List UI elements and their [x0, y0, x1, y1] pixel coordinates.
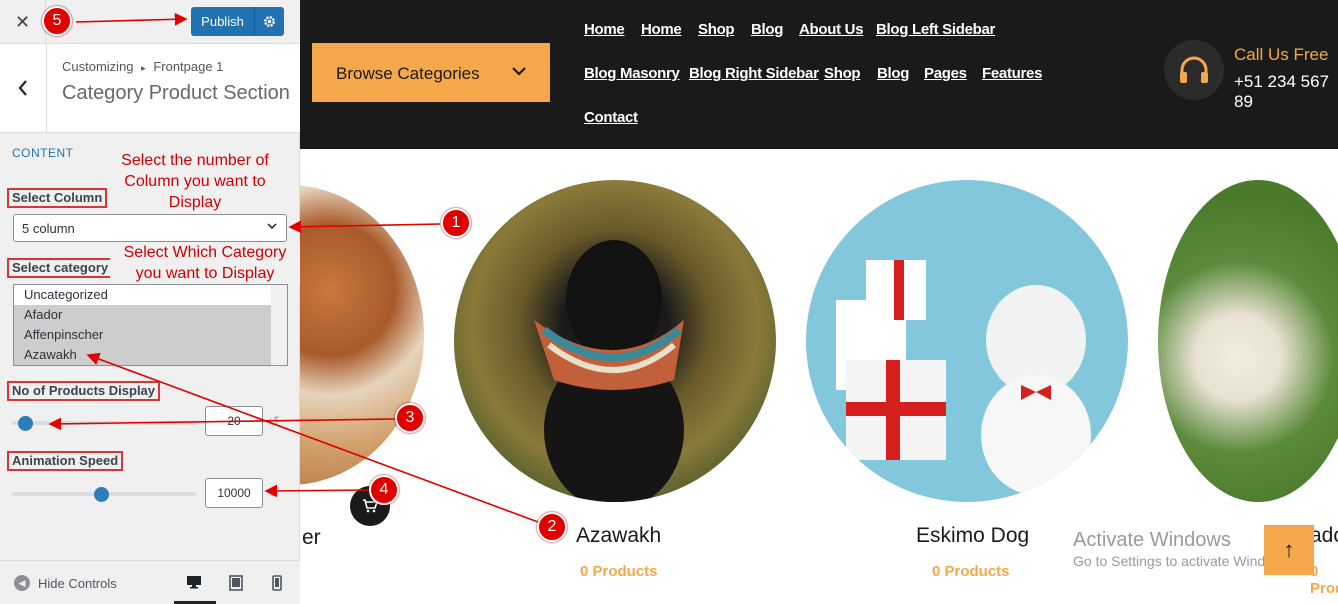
annotation-marker: 5: [42, 6, 72, 36]
annotation-marker: 1: [441, 208, 471, 238]
annotation-marker: 4: [369, 475, 399, 505]
annotation-arrows: [48, 12, 539, 523]
annotation-marker: 2: [537, 512, 567, 542]
annotation-marker: 3: [395, 403, 425, 433]
